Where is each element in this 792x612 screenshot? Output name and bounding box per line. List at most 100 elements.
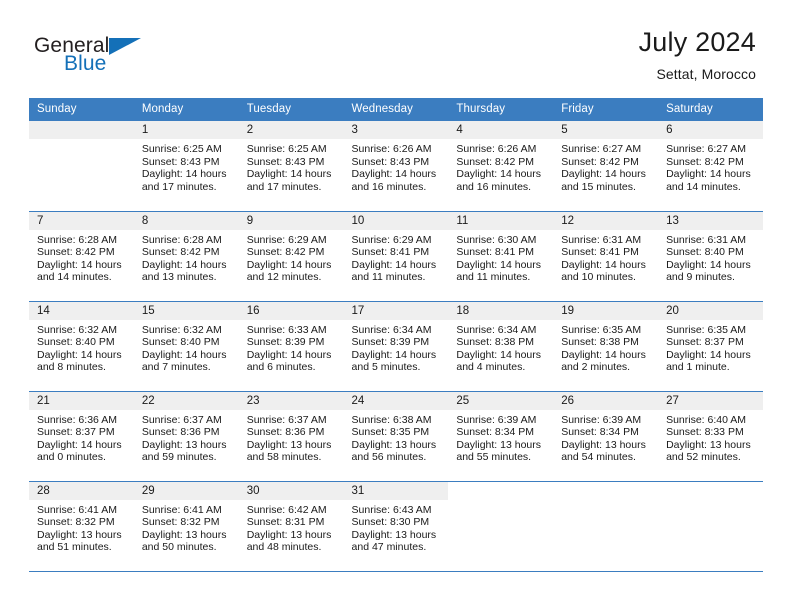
day-sunrise-text: Sunrise: 6:27 AM	[666, 143, 747, 155]
calendar-day-cell[interactable]: 8 Sunrise: 6:28 AM Sunset: 8:42 PM Daylight…	[133, 211, 239, 302]
logo-text-blue: Blue	[64, 52, 107, 75]
calendar-day-cell[interactable]: 20 Sunrise: 6:35 AM Sunset: 8:37 PM Dayligh…	[658, 301, 763, 392]
day-number: 19	[553, 301, 659, 320]
calendar-day-cell[interactable]: 15 Sunrise: 6:32 AM Sunset: 8:40 PM Dayligh…	[133, 301, 239, 392]
day-daylight-text: Daylight: 13 hours	[246, 438, 332, 451]
day-daylight-text: Daylight: 13 hours	[141, 438, 227, 451]
day-daylight-text: and 4 minutes.	[456, 361, 526, 374]
calendar-day-cell[interactable]: 17 Sunrise: 6:34 AM Sunset: 8:39 PM Dayligh…	[343, 301, 449, 392]
calendar-day-cell[interactable]: 25 Sunrise: 6:39 AM Sunset: 8:34 PM Dayligh…	[448, 391, 554, 482]
day-details: Sunrise: 6:31 AM Sunset: 8:41 PM Daylight:…	[553, 230, 658, 284]
calendar-day-cell[interactable]: 4 Sunrise: 6:26 AM Sunset: 8:42 PM Daylight…	[448, 121, 554, 212]
day-daylight-text: and 15 minutes.	[561, 180, 636, 193]
day-daylight-text: and 58 minutes.	[246, 451, 322, 464]
general-blue-logo[interactable]: General Blue	[34, 28, 154, 80]
calendar-day-cell[interactable]: 16 Sunrise: 6:33 AM Sunset: 8:39 PM Dayligh…	[238, 301, 344, 392]
calendar-day-cell[interactable]: 18 Sunrise: 6:34 AM Sunset: 8:38 PM Dayligh…	[448, 301, 554, 392]
day-details: Sunrise: 6:25 AM Sunset: 8:43 PM Daylight:…	[134, 139, 239, 193]
day-daylight-text: Daylight: 14 hours	[456, 168, 542, 181]
calendar-day-cell[interactable]: 23 Sunrise: 6:37 AM Sunset: 8:36 PM Dayligh…	[238, 391, 344, 482]
day-sunset-text: Sunset: 8:37 PM	[37, 426, 115, 439]
calendar-day-cell[interactable]: 24 Sunrise: 6:38 AM Sunset: 8:35 PM Dayligh…	[343, 391, 449, 482]
day-daylight-text: Daylight: 13 hours	[456, 438, 542, 451]
day-number: 23	[238, 391, 344, 410]
day-sunset-text: Sunset: 8:39 PM	[246, 336, 325, 349]
calendar-day-cell[interactable]: 21 Sunrise: 6:36 AM Sunset: 8:37 PM Dayligh…	[29, 391, 134, 482]
day-sunrise-text: Sunrise: 6:34 AM	[351, 323, 432, 336]
calendar-day-cell[interactable]: 31 Sunrise: 6:43 AM Sunset: 8:30 PM Dayligh…	[343, 481, 449, 572]
day-number: 6	[658, 121, 763, 139]
day-number: 13	[658, 211, 763, 230]
day-sunset-text: Sunset: 8:42 PM	[456, 155, 535, 168]
calendar-day-cell[interactable]: 14 Sunrise: 6:32 AM Sunset: 8:40 PM Dayligh…	[29, 301, 134, 392]
day-sunset-text: Sunset: 8:40 PM	[141, 336, 220, 349]
day-daylight-text: and 56 minutes.	[351, 451, 427, 464]
column-header-tuesday: Tuesday	[238, 98, 344, 121]
calendar-day-cell[interactable]: 22 Sunrise: 6:37 AM Sunset: 8:36 PM Dayligh…	[133, 391, 239, 482]
day-number: 5	[553, 121, 659, 139]
calendar-cell-empty	[29, 121, 134, 212]
day-sunrise-text: Sunrise: 6:31 AM	[561, 233, 642, 246]
day-daylight-text: and 12 minutes.	[246, 271, 322, 284]
calendar-week-row: 7 Sunrise: 6:28 AM Sunset: 8:42 PM Daylight…	[29, 211, 763, 302]
day-daylight-text: and 13 minutes.	[141, 271, 217, 284]
day-sunset-text: Sunset: 8:40 PM	[666, 246, 744, 259]
day-sunset-text: Sunset: 8:34 PM	[456, 426, 535, 439]
day-daylight-text: and 17 minutes.	[246, 180, 322, 193]
calendar-week-row: 28 Sunrise: 6:41 AM Sunset: 8:32 PM Dayligh…	[29, 481, 763, 572]
column-header-wednesday: Wednesday	[343, 98, 449, 121]
day-daylight-text: and 11 minutes.	[456, 271, 531, 284]
day-number: 14	[29, 301, 134, 320]
day-sunset-text: Sunset: 8:38 PM	[561, 336, 639, 349]
day-details: Sunrise: 6:27 AM Sunset: 8:42 PM Daylight:…	[658, 139, 763, 193]
calendar-day-cell[interactable]: 9 Sunrise: 6:29 AM Sunset: 8:42 PM Daylight…	[238, 211, 344, 302]
calendar-day-cell[interactable]: 11 Sunrise: 6:30 AM Sunset: 8:41 PM Dayligh…	[448, 211, 554, 302]
calendar-day-cell[interactable]: 2 Sunrise: 6:25 AM Sunset: 8:43 PM Daylight…	[238, 121, 344, 212]
calendar-day-cell[interactable]: 7 Sunrise: 6:28 AM Sunset: 8:42 PM Daylight…	[29, 211, 134, 302]
day-details: Sunrise: 6:38 AM Sunset: 8:35 PM Daylight:…	[344, 410, 449, 464]
day-details: Sunrise: 6:37 AM Sunset: 8:36 PM Daylight:…	[239, 410, 344, 464]
day-daylight-text: and 9 minutes.	[666, 271, 735, 284]
day-sunrise-text: Sunrise: 6:38 AM	[351, 413, 432, 426]
day-sunset-text: Sunset: 8:43 PM	[141, 155, 220, 168]
calendar-day-cell[interactable]: 6 Sunrise: 6:27 AM Sunset: 8:42 PM Daylight…	[658, 121, 763, 212]
calendar-day-cell[interactable]: 19 Sunrise: 6:35 AM Sunset: 8:38 PM Dayligh…	[553, 301, 659, 392]
calendar-day-cell[interactable]: 29 Sunrise: 6:41 AM Sunset: 8:32 PM Dayligh…	[133, 481, 239, 572]
day-sunrise-text: Sunrise: 6:25 AM	[246, 143, 327, 155]
day-sunset-text: Sunset: 8:40 PM	[37, 336, 115, 349]
day-daylight-text: and 7 minutes.	[141, 361, 211, 374]
calendar-body: 1 Sunrise: 6:25 AM Sunset: 8:43 PM Daylight…	[29, 121, 763, 572]
day-daylight-text: and 10 minutes.	[561, 271, 636, 284]
day-details: Sunrise: 6:29 AM Sunset: 8:41 PM Daylight:…	[344, 230, 449, 284]
day-number: 10	[343, 211, 449, 230]
calendar-day-cell[interactable]: 10 Sunrise: 6:29 AM Sunset: 8:41 PM Dayligh…	[343, 211, 449, 302]
calendar-page: General Blue July 2024 Settat, Morocco S…	[0, 0, 792, 612]
day-daylight-text: Daylight: 14 hours	[666, 168, 751, 181]
day-daylight-text: Daylight: 14 hours	[246, 168, 332, 181]
day-details: Sunrise: 6:33 AM Sunset: 8:39 PM Daylight:…	[239, 320, 344, 374]
calendar-day-cell[interactable]: 30 Sunrise: 6:42 AM Sunset: 8:31 PM Dayligh…	[238, 481, 344, 572]
day-sunset-text: Sunset: 8:32 PM	[37, 516, 115, 529]
calendar-day-cell[interactable]: 28 Sunrise: 6:41 AM Sunset: 8:32 PM Dayligh…	[29, 481, 134, 572]
calendar-day-cell[interactable]: 13 Sunrise: 6:31 AM Sunset: 8:40 PM Dayligh…	[658, 211, 763, 302]
day-details: Sunrise: 6:43 AM Sunset: 8:30 PM Daylight:…	[344, 500, 449, 554]
calendar-day-cell[interactable]: 5 Sunrise: 6:27 AM Sunset: 8:42 PM Daylight…	[553, 121, 659, 212]
calendar-day-cell[interactable]: 1 Sunrise: 6:25 AM Sunset: 8:43 PM Daylight…	[133, 121, 239, 212]
day-daylight-text: Daylight: 14 hours	[141, 258, 227, 271]
calendar-cell-empty	[658, 481, 763, 572]
day-sunset-text: Sunset: 8:41 PM	[561, 246, 639, 259]
title-block: July 2024 Settat, Morocco	[639, 28, 758, 83]
day-number: 29	[133, 481, 239, 500]
calendar-day-cell[interactable]: 12 Sunrise: 6:31 AM Sunset: 8:41 PM Dayligh…	[553, 211, 659, 302]
day-sunrise-text: Sunrise: 6:37 AM	[141, 413, 222, 426]
day-details: Sunrise: 6:31 AM Sunset: 8:40 PM Daylight:…	[658, 230, 763, 284]
day-daylight-text: and 55 minutes.	[456, 451, 532, 464]
calendar-day-cell[interactable]: 26 Sunrise: 6:39 AM Sunset: 8:34 PM Dayligh…	[553, 391, 659, 482]
day-sunrise-text: Sunrise: 6:31 AM	[666, 233, 747, 246]
day-sunrise-text: Sunrise: 6:29 AM	[351, 233, 432, 246]
calendar-day-cell[interactable]: 3 Sunrise: 6:26 AM Sunset: 8:43 PM Daylight…	[343, 121, 449, 212]
calendar-table: Sunday Monday Tuesday Wednesday Thursday Frid…	[29, 98, 763, 572]
calendar-day-cell[interactable]: 27 Sunrise: 6:40 AM Sunset: 8:33 PM Dayligh…	[658, 391, 763, 482]
day-number: 4	[448, 121, 554, 139]
day-sunrise-text: Sunrise: 6:25 AM	[141, 143, 222, 155]
